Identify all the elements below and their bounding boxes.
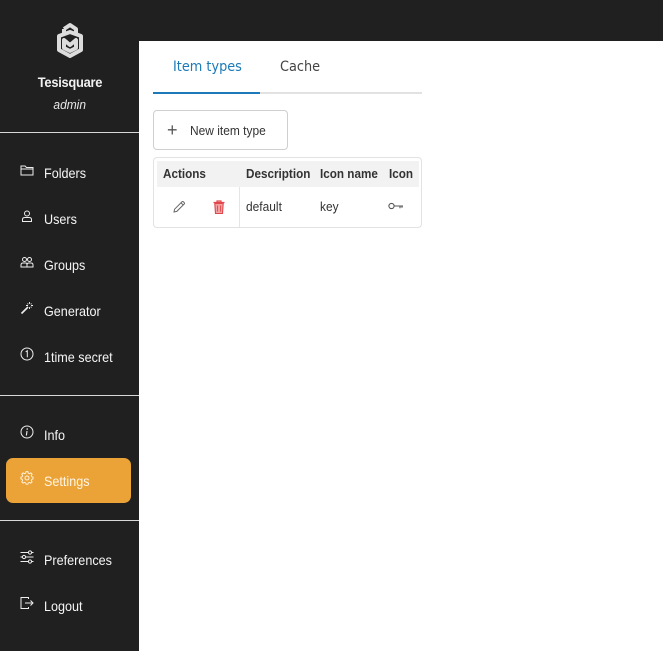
sidebar-item-1time-secret[interactable]: 1time secret: [6, 334, 131, 379]
sidebar-item-label: Folders: [44, 164, 87, 181]
sidebar-item-generator[interactable]: Generator: [6, 288, 131, 333]
sidebar-item-folders[interactable]: Folders: [6, 150, 131, 195]
cell-description: default: [246, 199, 282, 214]
gear-icon: [20, 470, 34, 485]
sidebar: Tesisquare admin Folders Users Groups Ge…: [0, 0, 139, 651]
new-item-type-label: New item type: [189, 122, 266, 138]
plus-icon: +: [167, 120, 178, 140]
sidebar-divider: [0, 395, 139, 396]
sliders-icon: [20, 549, 34, 564]
new-item-type-button[interactable]: + New item type: [153, 110, 288, 150]
table-header: Actions Description Icon name Icon: [157, 161, 419, 187]
brand-name: Tesisquare: [37, 74, 102, 90]
sidebar-item-label: Logout: [44, 597, 83, 614]
logout-icon: [20, 596, 34, 610]
sidebar-item-settings[interactable]: Settings: [6, 458, 131, 503]
sidebar-item-info[interactable]: Info: [6, 412, 131, 457]
sidebar-item-label: Groups: [44, 256, 86, 273]
user-icon: [20, 209, 34, 223]
sidebar-item-users[interactable]: Users: [6, 196, 131, 241]
sidebar-item-label: Settings: [44, 472, 90, 489]
column-header-icon: Icon: [389, 166, 414, 181]
settings-tabs: Item types Cache: [153, 41, 422, 94]
settings-content: Item types Cache + New item type Actions…: [139, 41, 663, 651]
sidebar-item-label: Users: [44, 210, 77, 227]
sidebar-item-label: Generator: [44, 302, 101, 319]
sidebar-item-label: 1time secret: [44, 348, 113, 365]
tab-item-types[interactable]: Item types: [173, 59, 242, 75]
sidebar-item-logout[interactable]: Logout: [6, 583, 131, 628]
column-divider: [239, 187, 240, 227]
magic-wand-icon: [20, 301, 34, 315]
sidebar-item-label: Info: [44, 426, 66, 443]
column-header-actions: Actions: [163, 166, 206, 181]
item-types-table: Actions Description Icon name Icon defau…: [153, 157, 422, 228]
tab-cache[interactable]: Cache: [280, 59, 320, 75]
cell-icon-name: key: [320, 199, 339, 214]
sidebar-item-preferences[interactable]: Preferences: [6, 537, 131, 582]
brand: Tesisquare admin: [0, 0, 139, 132]
key-icon: [388, 202, 403, 210]
delete-icon[interactable]: [211, 199, 227, 215]
user-role: admin: [53, 97, 86, 112]
active-tab-indicator: [153, 92, 260, 94]
tesisquare-logo-icon: [56, 23, 83, 58]
folder-icon: [20, 163, 34, 177]
one-circle-icon: [20, 347, 34, 361]
sidebar-item-groups[interactable]: Groups: [6, 242, 131, 287]
group-icon: [20, 255, 34, 269]
info-icon: [20, 425, 34, 439]
sidebar-item-label: Preferences: [44, 551, 112, 568]
column-header-icon-name: Icon name: [320, 166, 378, 181]
sidebar-divider: [0, 132, 139, 133]
column-header-description: Description: [246, 166, 311, 181]
sidebar-divider: [0, 520, 139, 521]
edit-icon[interactable]: [171, 199, 187, 215]
